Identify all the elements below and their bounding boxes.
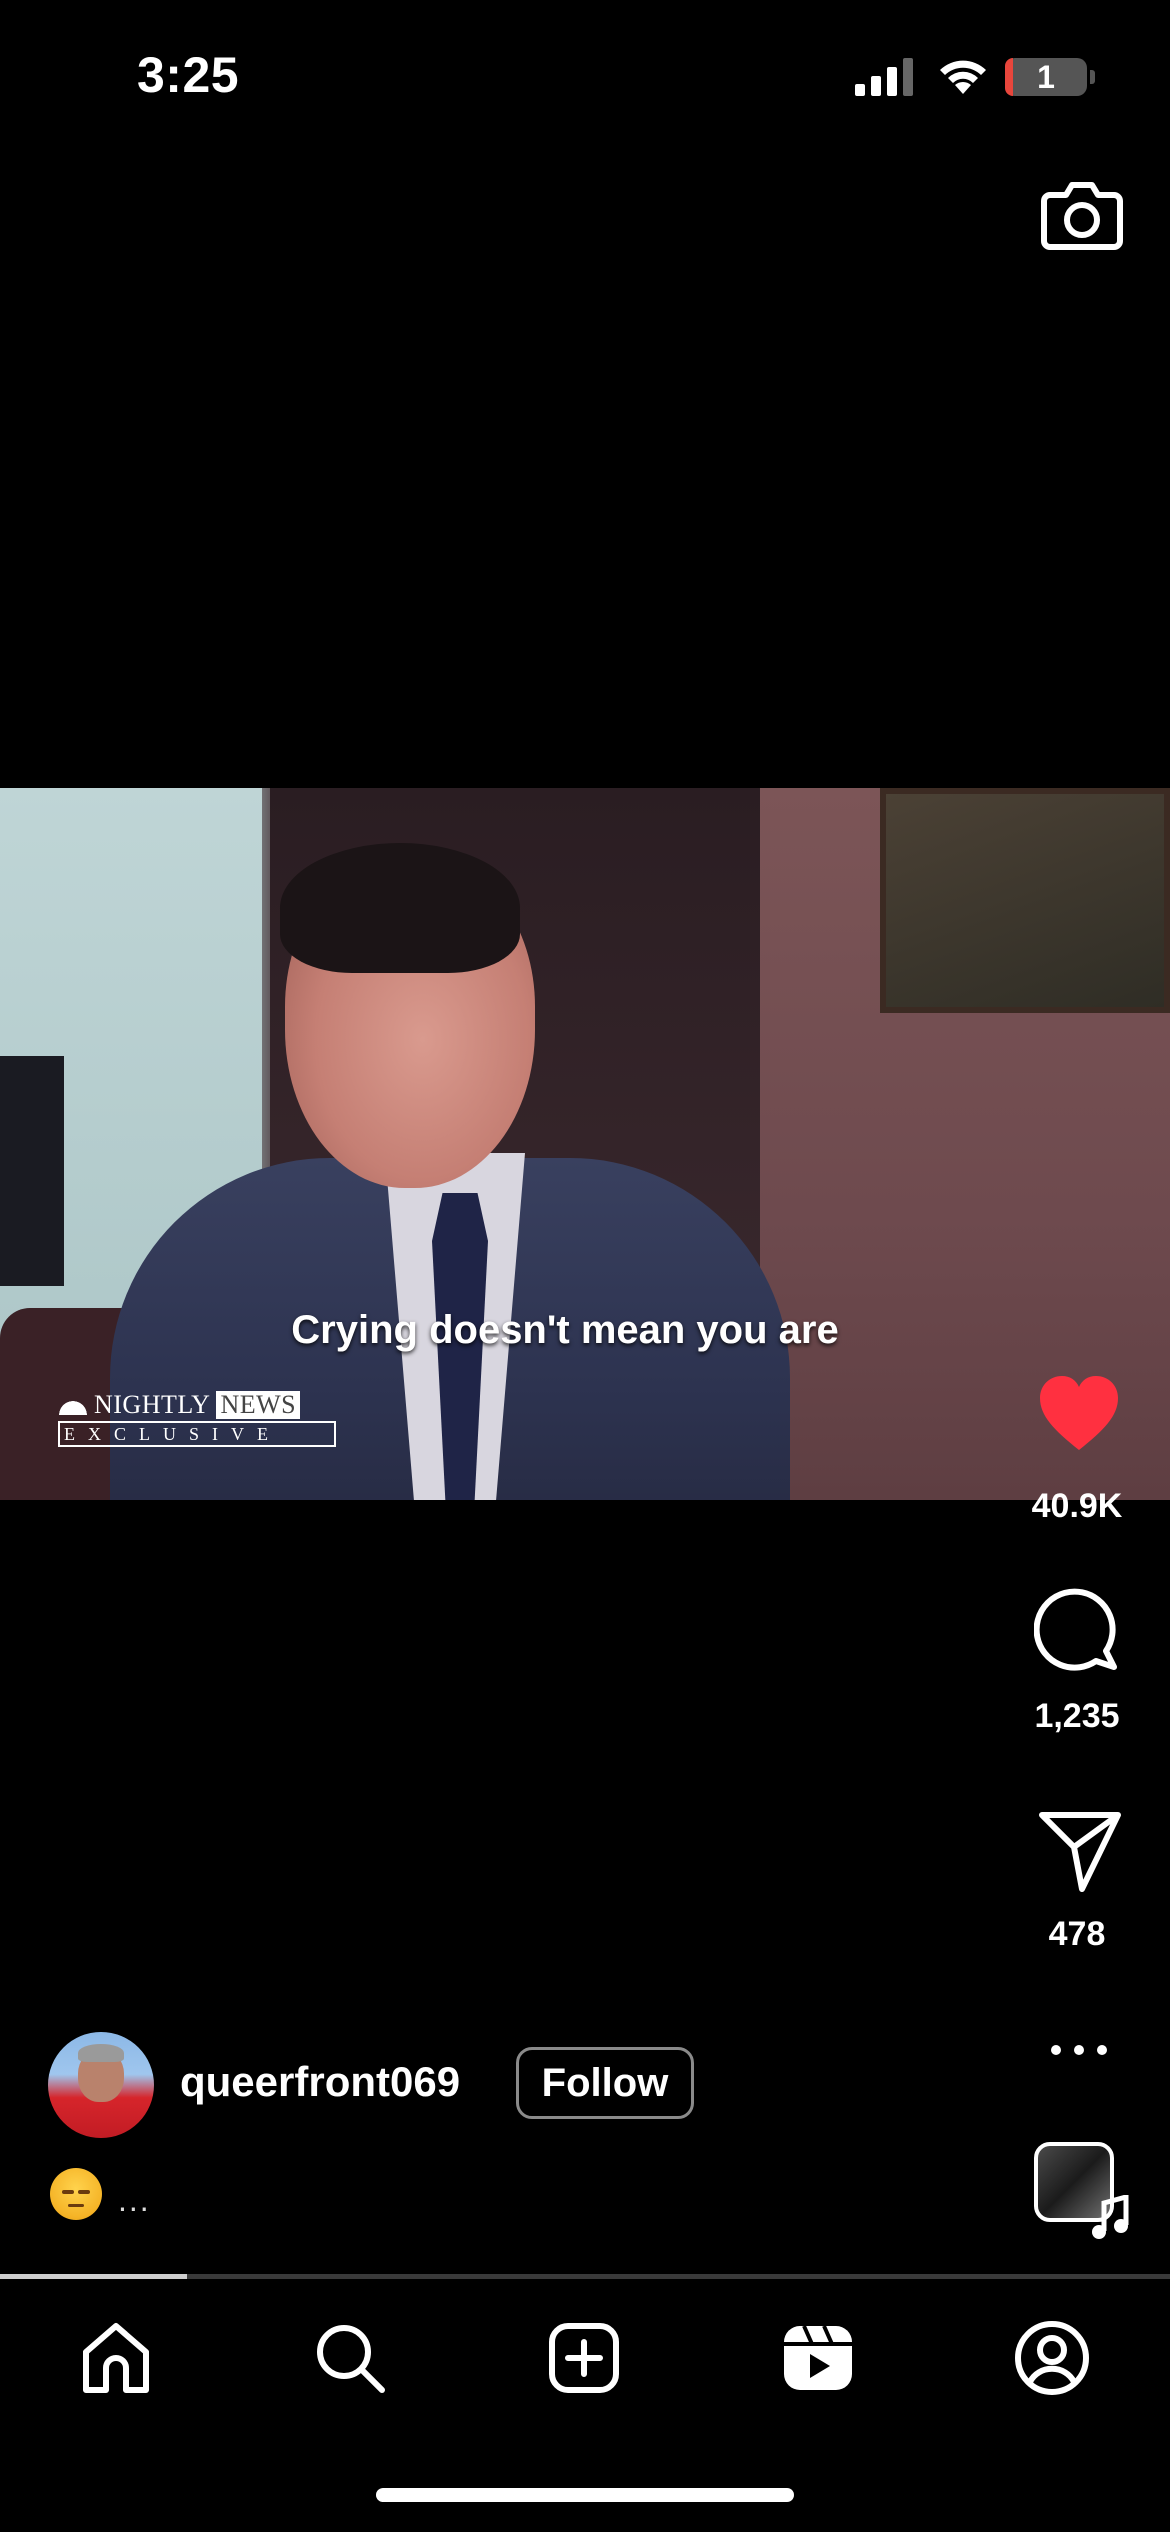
camera-icon[interactable]: [1040, 175, 1124, 253]
like-count[interactable]: 40.9K: [1007, 1487, 1147, 1526]
share-send-icon[interactable]: [1034, 1805, 1124, 1895]
wifi-icon: [940, 60, 986, 94]
caption-more[interactable]: ...: [118, 2182, 151, 2219]
author-avatar[interactable]: [48, 2032, 154, 2138]
cellular-signal-icon: [855, 58, 913, 96]
video-progress-fill: [0, 2274, 188, 2279]
comment-icon[interactable]: [1034, 1585, 1124, 1675]
peacock-icon: [58, 1395, 88, 1415]
news-logo: NIGHTLY NEWS EXCLUSIVE: [58, 1390, 348, 1447]
emoji-mouth: [68, 2204, 84, 2207]
profile-icon[interactable]: [1012, 2318, 1092, 2398]
home-icon[interactable]: [76, 2318, 156, 2398]
video-person-hair: [280, 843, 520, 973]
video-background-panel: [0, 1056, 64, 1286]
battery-fill: [1005, 58, 1014, 96]
like-heart-icon[interactable]: [1034, 1370, 1124, 1460]
video-subtitle: Crying doesn't mean you are: [291, 1308, 839, 1352]
battery-level: 1: [1037, 58, 1055, 95]
follow-button[interactable]: Follow: [516, 2047, 694, 2119]
video-progress-bar[interactable]: [0, 2274, 1170, 2279]
video-background-painting: [880, 788, 1170, 1013]
news-logo-news: NEWS: [216, 1391, 301, 1419]
reels-icon[interactable]: [778, 2318, 858, 2398]
video-frame[interactable]: Crying doesn't mean you are NIGHTLY NEWS…: [0, 788, 1170, 1500]
author-username[interactable]: queerfront069: [180, 2058, 460, 2106]
music-note-icon: [1092, 2195, 1129, 2239]
news-logo-nightly: NIGHTLY: [94, 1390, 211, 1419]
battery-icon: 1: [1005, 58, 1095, 96]
news-logo-exclusive: EXCLUSIVE: [58, 1421, 336, 1447]
pensive-face-emoji: [50, 2168, 102, 2220]
status-time: 3:25: [137, 47, 240, 103]
avatar-hair: [78, 2044, 124, 2062]
comment-count[interactable]: 1,235: [1007, 1697, 1147, 1736]
home-indicator[interactable]: [376, 2488, 794, 2502]
more-options-icon[interactable]: [1034, 2030, 1124, 2070]
search-icon[interactable]: [310, 2318, 390, 2398]
share-count[interactable]: 478: [1007, 1915, 1147, 1954]
create-icon[interactable]: [544, 2318, 624, 2398]
